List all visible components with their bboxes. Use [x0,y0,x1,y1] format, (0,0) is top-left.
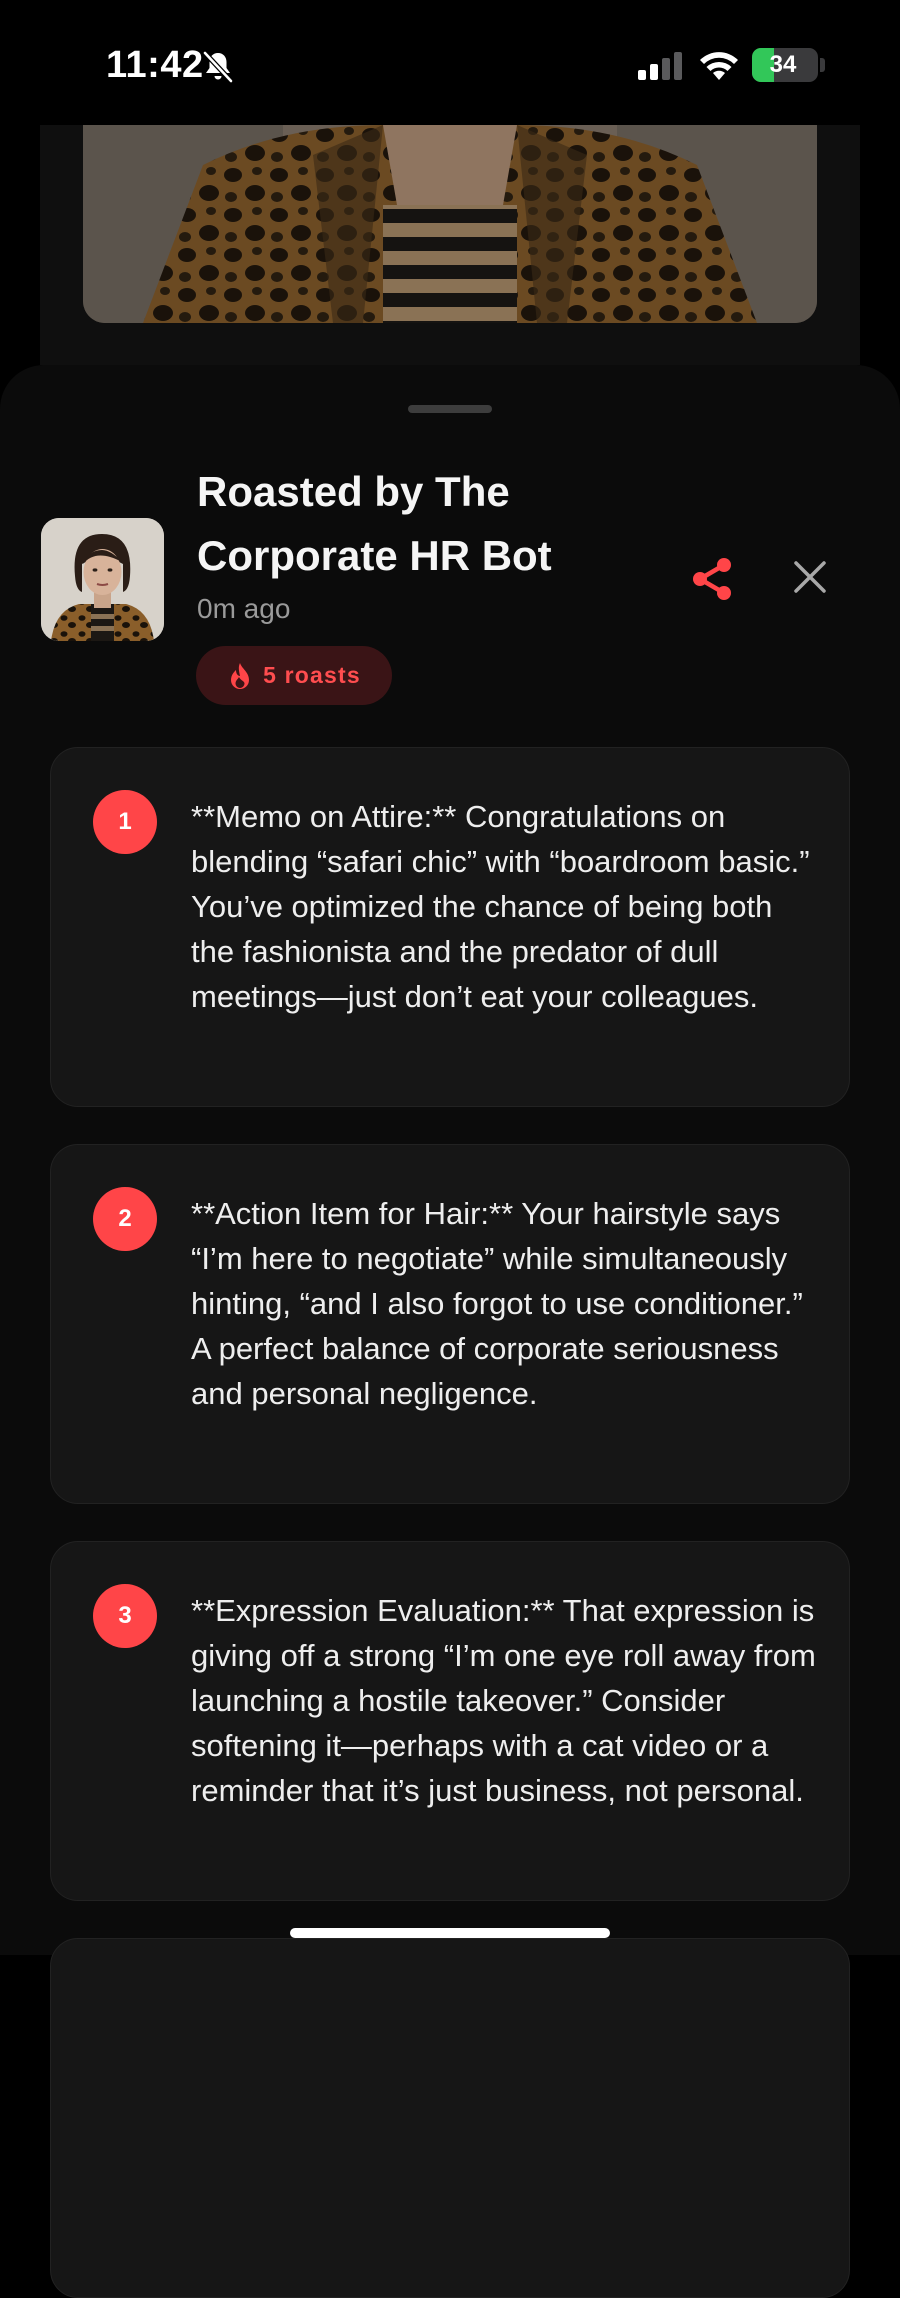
roast-text: **Expression Evaluation:** That expressi… [191,1593,816,1808]
roast-card-4-partial [50,1938,850,2298]
roast-number: 1 [93,790,157,854]
battery-percent: 34 [769,51,797,78]
home-indicator[interactable] [290,1928,610,1938]
roast-count-badge: 5 roasts [196,646,392,705]
avatar [41,518,164,641]
close-icon[interactable] [790,557,830,597]
share-icon[interactable] [688,555,736,603]
status-time: 11:42 [106,44,204,86]
cellular-signal-icon [638,52,682,80]
roast-card-3: 3 **Expression Evaluation:** That expres… [50,1541,850,1901]
flame-icon [231,662,250,689]
roast-card-2: 2 **Action Item for Hair:** Your hairsty… [50,1144,850,1504]
roast-number: 3 [93,1584,157,1648]
roasted-photo [83,125,817,323]
roast-text: **Memo on Attire:** Congratulations on b… [191,799,810,1014]
photo-illustration [83,125,817,323]
battery-nub [820,58,825,72]
roast-card-1: 1 **Memo on Attire:** Congratulations on… [50,747,850,1107]
roast-sheet: Roasted by The Corporate HR Bot 0m ago 5… [0,365,900,2298]
sheet-title: Roasted by The Corporate HR Bot [197,468,552,579]
bell-slash-icon [203,51,233,83]
sheet-grabber[interactable] [408,405,492,413]
battery-charging-icon: 34 [752,48,818,82]
roast-text: **Action Item for Hair:** Your hairstyle… [191,1196,803,1411]
wifi-icon [700,52,738,80]
avatar-illustration [41,518,164,641]
time-ago: 0m ago [197,593,291,624]
roast-number: 2 [93,1187,157,1251]
roast-count-label: 5 roasts [263,662,361,688]
status-bar: 11:42 34 [0,0,900,125]
